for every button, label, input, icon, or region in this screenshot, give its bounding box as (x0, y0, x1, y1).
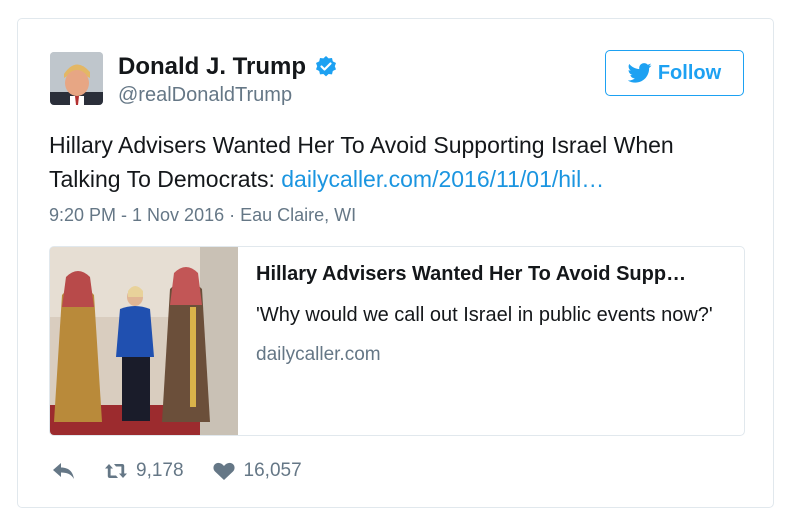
retweet-icon (105, 464, 127, 478)
like-count: 16,057 (243, 460, 302, 481)
follow-button[interactable]: Follow (605, 50, 744, 96)
avatar-image (50, 52, 103, 105)
author-handle[interactable]: @realDonaldTrump (118, 84, 292, 107)
like-button[interactable]: 16,057 (212, 460, 302, 482)
card-thumbnail (50, 247, 238, 435)
tweet-link[interactable]: dailycaller.com/2016/11/01/hil… (281, 166, 604, 192)
card-body: Hillary Advisers Wanted Her To Avoid Sup… (238, 247, 744, 435)
author-name-row: Donald J. Trump (118, 53, 338, 81)
follow-label: Follow (657, 61, 722, 84)
twitter-bird-icon (627, 63, 652, 83)
tweet-card: Donald J. Trump @realDonaldTrump Follow … (17, 18, 774, 508)
author-name[interactable]: Donald J. Trump (118, 53, 306, 81)
reply-icon (53, 463, 74, 479)
reply-button[interactable] (52, 461, 76, 481)
tweet-text: Hillary Advisers Wanted Her To Avoid Sup… (49, 128, 749, 196)
verified-badge-icon (316, 56, 337, 77)
heart-icon (212, 462, 235, 480)
tweet-timestamp-location[interactable]: 9:20 PM - 1 Nov 2016 · Eau Claire, WI (49, 205, 356, 226)
retweet-button[interactable]: 9,178 (104, 460, 184, 482)
card-title[interactable]: Hillary Advisers Wanted Her To Avoid Sup… (256, 263, 726, 286)
avatar[interactable] (50, 52, 103, 105)
card-description: 'Why would we call out Israel in public … (256, 304, 713, 326)
card-domain: dailycaller.com (256, 344, 381, 365)
tweet-actions: 9,178 16,057 (52, 460, 330, 482)
retweet-count: 9,178 (136, 460, 184, 481)
link-preview-card[interactable]: Hillary Advisers Wanted Her To Avoid Sup… (49, 246, 745, 436)
